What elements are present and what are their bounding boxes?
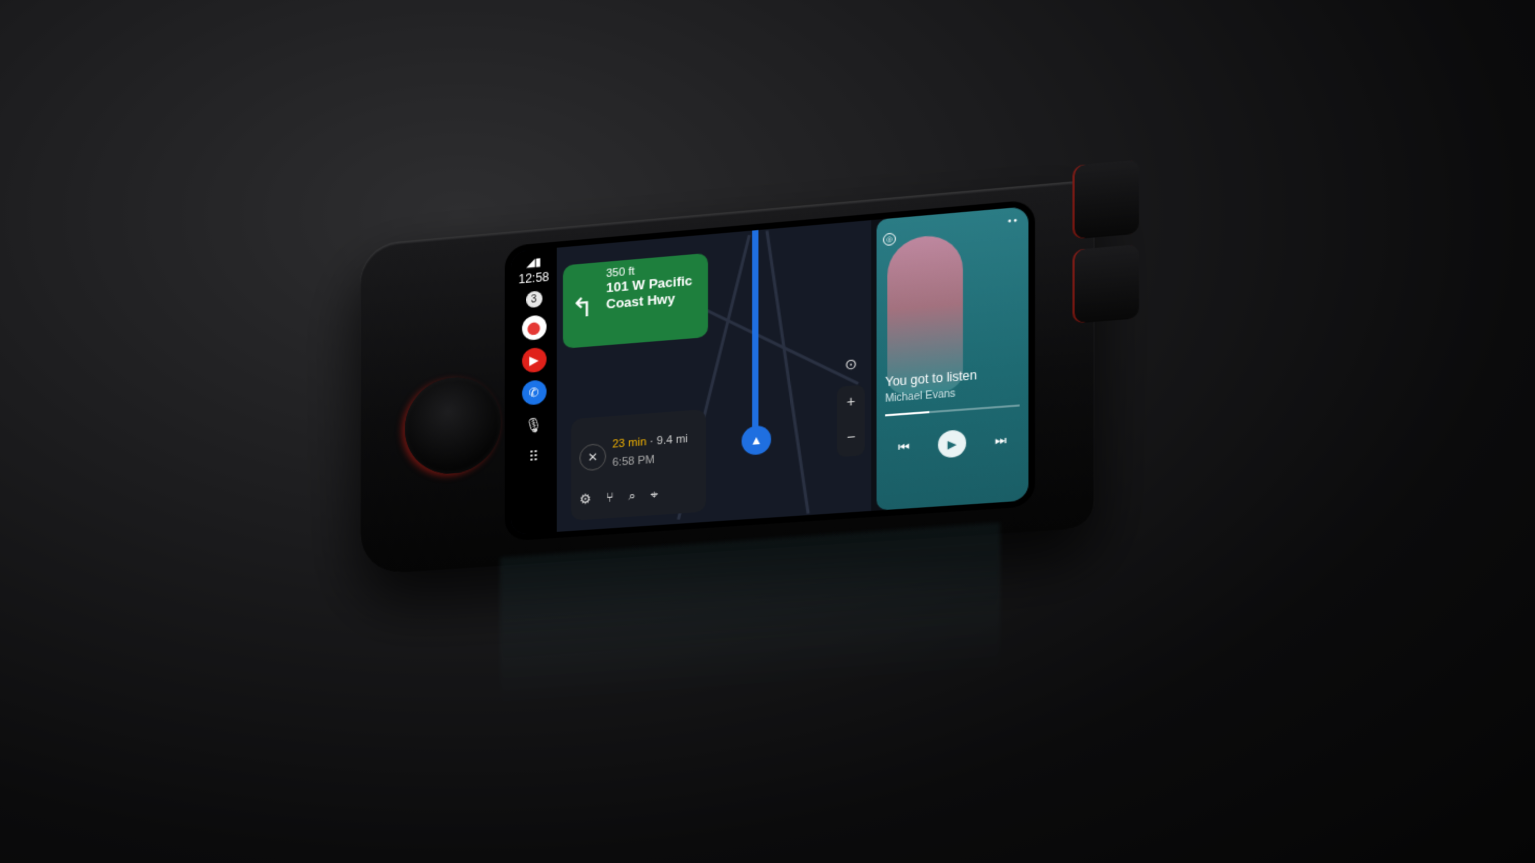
media-card[interactable]: ◎ ● ● You got to listen Michael Evans ⏮ … — [877, 206, 1029, 510]
car-head-unit: ◢▮ 12:58 3 ⬤ ▶ ✆ 🎙 ⠿ ↰ 350 ft 101 W Paci… — [360, 96, 1145, 590]
trip-actions: ⚙ ⑂ ⌕ ⌖ — [579, 486, 658, 508]
location-pin-icon[interactable]: ⌖ — [650, 486, 658, 503]
media-source-icon: ◎ — [883, 233, 896, 247]
phone-app-icon[interactable]: ✆ — [522, 379, 546, 405]
map-road — [765, 230, 809, 514]
scene: ◢▮ 12:58 3 ⬤ ▶ ✆ 🎙 ⠿ ↰ 350 ft 101 W Paci… — [0, 0, 1535, 863]
map-road — [693, 303, 859, 386]
android-auto-screen: ◢▮ 12:58 3 ⬤ ▶ ✆ 🎙 ⠿ ↰ 350 ft 101 W Paci… — [511, 206, 1029, 535]
zoom-out-button[interactable]: − — [839, 424, 863, 449]
maps-app-icon[interactable]: ⬤ — [522, 315, 546, 341]
arrival-time: 6:58 PM — [612, 454, 654, 469]
navigation-map[interactable]: ↰ 350 ft 101 W Pacific Coast Hwy ✕ 23 mi… — [557, 220, 871, 532]
status-clock: 12:58 — [518, 270, 549, 287]
side-button-top[interactable] — [1072, 160, 1139, 240]
next-track-icon[interactable]: ⏭ — [995, 432, 1007, 449]
trip-summary-card: ✕ 23 min · 9.4 mi 6:58 PM ⚙ ⑂ ⌕ ⌖ — [571, 409, 706, 521]
playback-controls: ⏮ ▶ ⏭ — [898, 426, 1006, 461]
recenter-icon[interactable]: ⊙ — [839, 352, 863, 377]
turn-left-icon: ↰ — [571, 293, 593, 321]
eta-minutes: 23 min — [612, 436, 646, 451]
side-buttons — [1072, 117, 1144, 366]
search-icon[interactable]: ⌕ — [628, 488, 636, 505]
signal-icon: ◢▮ — [526, 255, 541, 269]
play-button[interactable]: ▶ — [938, 429, 966, 458]
settings-icon[interactable]: ⚙ — [579, 491, 591, 508]
eta-distance: · 9.4 mi — [647, 433, 688, 448]
zoom-in-button[interactable]: + — [839, 389, 863, 414]
music-app-icon[interactable]: ▶ — [522, 347, 546, 373]
playback-progress[interactable] — [885, 404, 1020, 416]
close-navigation-button[interactable]: ✕ — [579, 443, 606, 471]
turn-instruction-card[interactable]: ↰ 350 ft 101 W Pacific Coast Hwy — [563, 253, 708, 349]
route-line — [752, 230, 758, 447]
microphone-icon[interactable]: 🎙 — [525, 416, 543, 435]
app-launcher-icon[interactable]: ⠿ — [529, 448, 539, 466]
turn-road-name: 101 W Pacific Coast Hwy — [606, 272, 699, 312]
side-button-bottom[interactable] — [1072, 244, 1139, 323]
surface-reflection — [500, 523, 1000, 778]
app-rail: ◢▮ 12:58 3 ⬤ ▶ ✆ 🎙 ⠿ — [511, 248, 557, 535]
notification-badge[interactable]: 3 — [526, 291, 542, 309]
eta-line: 23 min · 9.4 mi — [612, 433, 688, 451]
current-position-icon: ▲ — [742, 425, 772, 456]
route-options-icon[interactable]: ⑂ — [606, 489, 614, 506]
previous-track-icon[interactable]: ⏮ — [898, 439, 910, 455]
page-dots: ● ● — [1008, 218, 1018, 225]
playback-progress-fill — [885, 411, 929, 416]
